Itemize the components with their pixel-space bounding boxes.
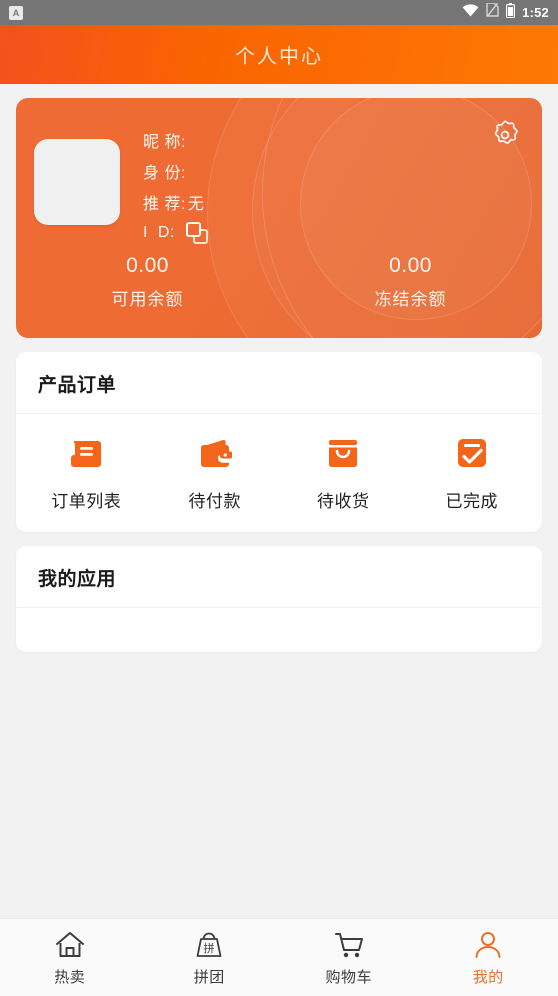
profile-label-identity: 身 份: xyxy=(143,164,186,182)
balance-available-amount: 0.00 xyxy=(126,254,169,277)
status-bar-left: A xyxy=(9,5,23,20)
tab-group-buy-label: 拼团 xyxy=(193,969,225,986)
order-list-icon xyxy=(64,431,108,475)
shopping-cart-icon xyxy=(332,928,366,962)
group-buy-bag-icon: 拼 xyxy=(192,928,226,962)
page-title: 个人中心 xyxy=(235,46,323,68)
bottom-tab-bar: 热卖 拼 拼团 购物车 我的 xyxy=(0,918,558,996)
order-shortcut-shipping[interactable]: 待收货 xyxy=(279,431,408,512)
order-shortcut-completed-label: 已完成 xyxy=(445,492,498,511)
status-bar-right: 1:52 xyxy=(462,2,549,23)
profile-label-referrer: 推 荐: xyxy=(143,195,186,213)
order-shortcut-unpaid[interactable]: 待付款 xyxy=(151,431,280,512)
battery-icon xyxy=(506,2,516,23)
product-orders-card: 产品订单 订单列表 待付款 待收货 已完成 xyxy=(16,352,542,532)
order-shortcut-shipping-label: 待收货 xyxy=(317,492,370,511)
user-icon xyxy=(471,928,505,962)
tab-hot-sale-label: 热卖 xyxy=(54,969,86,986)
profile-value-referrer: 无 xyxy=(187,195,205,213)
copy-icon[interactable] xyxy=(185,221,208,244)
profile-label-nickname: 昵 称: xyxy=(143,133,186,151)
gear-icon[interactable] xyxy=(488,118,522,152)
tab-group-buy[interactable]: 拼 拼团 xyxy=(140,928,280,987)
status-bar: A 1:52 xyxy=(0,0,558,25)
profile-card: 昵 称: 身 份: 推 荐: 无 I D: 0.00 可用余额 0.00 冻结余… xyxy=(16,98,542,338)
order-shortcut-list-label: 订单列表 xyxy=(51,492,122,511)
tab-cart-label: 购物车 xyxy=(325,969,372,986)
status-bar-clock: 1:52 xyxy=(522,5,549,20)
order-shortcut-completed[interactable]: 已完成 xyxy=(408,431,537,512)
tab-mine-label: 我的 xyxy=(472,969,504,986)
clipboard-check-icon xyxy=(450,431,494,475)
balance-frozen[interactable]: 0.00 冻结余额 xyxy=(279,254,542,310)
profile-label-id: I D: xyxy=(143,223,175,241)
copy-icon-front-square xyxy=(185,221,201,237)
page-header: 个人中心 xyxy=(0,25,558,84)
shopping-bag-icon xyxy=(321,431,365,475)
balance-summary: 0.00 可用余额 0.00 冻结余额 xyxy=(16,254,542,310)
balance-frozen-label: 冻结余额 xyxy=(374,290,447,309)
order-shortcut-list[interactable]: 订单列表 xyxy=(22,431,151,512)
my-apps-empty-area xyxy=(16,608,542,652)
balance-available[interactable]: 0.00 可用余额 xyxy=(16,254,279,310)
profile-row-nickname: 昵 称: xyxy=(143,124,208,155)
product-orders-title: 产品订单 xyxy=(38,375,117,396)
avatar[interactable] xyxy=(34,139,120,225)
app-badge-icon: A xyxy=(9,5,23,20)
tab-cart[interactable]: 购物车 xyxy=(279,928,419,987)
profile-info: 昵 称: 身 份: 推 荐: 无 I D: xyxy=(143,124,208,248)
profile-row-identity: 身 份: xyxy=(143,155,208,186)
wallet-icon xyxy=(193,431,237,475)
wifi-icon xyxy=(462,3,479,22)
profile-row-referrer: 推 荐: 无 xyxy=(143,186,208,217)
home-icon xyxy=(53,928,87,962)
profile-row-id: I D: xyxy=(143,217,208,248)
order-shortcut-grid: 订单列表 待付款 待收货 已完成 xyxy=(16,414,542,532)
page-body: 昵 称: 身 份: 推 荐: 无 I D: 0.00 可用余额 0.00 冻结余… xyxy=(0,84,558,918)
tab-mine[interactable]: 我的 xyxy=(419,928,558,987)
my-apps-title: 我的应用 xyxy=(38,569,117,590)
order-shortcut-unpaid-label: 待付款 xyxy=(188,492,241,511)
balance-frozen-amount: 0.00 xyxy=(389,254,432,277)
sim-off-icon xyxy=(486,2,499,22)
app-root: A 1:52 个人中心 昵 称: 身 份: 推 荐: 无 I D: 0.00 可… xyxy=(0,0,558,996)
my-apps-card: 我的应用 xyxy=(16,546,542,652)
balance-available-label: 可用余额 xyxy=(111,290,184,309)
svg-text:拼: 拼 xyxy=(204,941,215,955)
tab-hot-sale[interactable]: 热卖 xyxy=(0,928,140,987)
